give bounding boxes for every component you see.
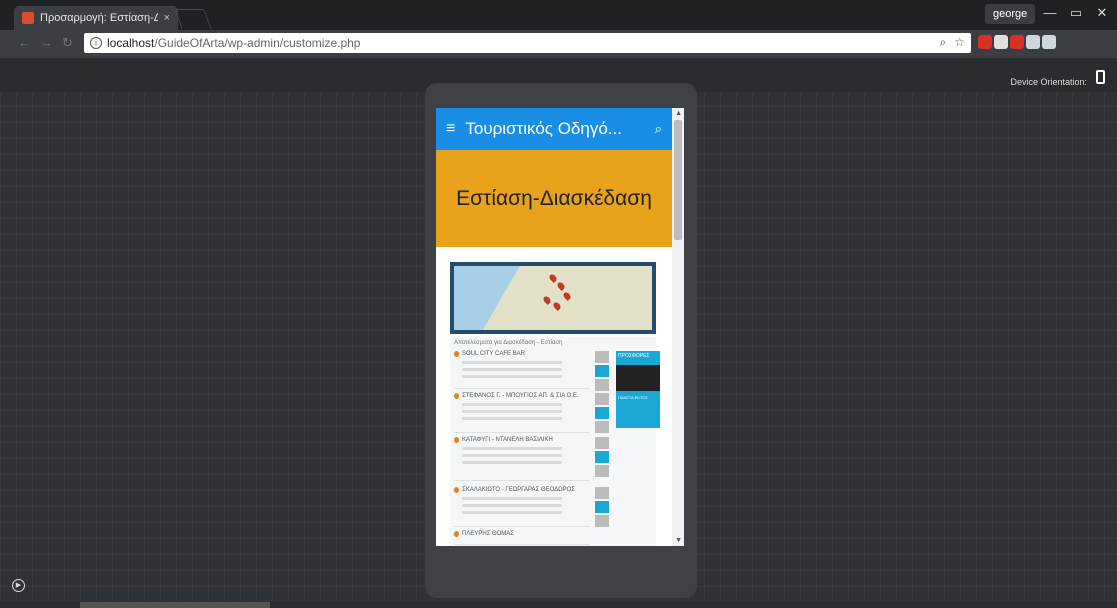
location-pin-icon <box>454 393 459 399</box>
close-icon[interactable]: × <box>164 12 170 24</box>
list-item-title[interactable]: ΠΛΕΥΡΗΣ ΘΩΜΑΣ <box>462 531 514 537</box>
list-item[interactable]: ΣΚΑΛΑΚΙΩΤΟ - ΓΕΩΡΓΑΡΑΣ ΘΕΟΔΩΡΟΣ <box>454 487 590 527</box>
list-item-title[interactable]: ΣΤΕΦΑΝΟΣ Γ. - ΜΠΟΥΓΙΟΣ ΑΠ. & ΣΙΑ Ο.Ε. <box>462 393 579 399</box>
site-title[interactable]: Τουριστικός Οδηγό... <box>465 119 654 139</box>
profile-button[interactable]: george <box>985 4 1036 24</box>
entry-actions <box>595 437 609 479</box>
entry-actions <box>595 351 609 393</box>
calendar-icon[interactable] <box>595 451 609 463</box>
list-item[interactable]: ΠΛΕΥΡΗΣ ΘΩΜΑΣ <box>454 531 590 545</box>
mobile-scrollbar[interactable]: ▲ ▼ <box>672 108 684 546</box>
map-pin-icon[interactable] <box>556 281 566 291</box>
extension-icon[interactable] <box>994 35 1008 49</box>
scroll-down-icon[interactable]: ▼ <box>675 537 682 544</box>
listing-heading: Αποτελέσματα για Διασκέδαση - Εστίαση <box>454 340 563 346</box>
offer-badge: ΠΑΚΕΤΑ ΕΚΤΟΣ <box>618 395 648 400</box>
list-item-title[interactable]: ΣΚΑΛΑΚΙΩΤΟ - ΓΕΩΡΓΑΡΑΣ ΘΕΟΔΩΡΟΣ <box>462 487 575 493</box>
page-title: Εστίαση-Διασκέδαση <box>456 186 652 210</box>
extension-icon[interactable] <box>1026 35 1040 49</box>
map-widget[interactable] <box>450 262 656 334</box>
person-icon[interactable] <box>595 351 609 363</box>
scroll-up-icon[interactable]: ▲ <box>675 110 682 117</box>
phone-orientation-icon[interactable] <box>1096 70 1105 84</box>
extension-icon[interactable] <box>1042 35 1056 49</box>
forward-arrow-icon[interactable]: → <box>40 35 53 51</box>
bookmark-star-icon[interactable]: ☆ <box>954 35 965 50</box>
minimize-button[interactable]: — <box>1038 4 1062 22</box>
location-pin-icon <box>454 531 459 537</box>
page-title-banner: Εστίαση-Διασκέδαση <box>436 150 672 247</box>
play-icon[interactable]: ▶ <box>12 579 25 592</box>
location-pin-icon <box>454 487 459 493</box>
maximize-button[interactable]: ▭ <box>1064 4 1088 22</box>
mobile-header: ≡ Τουριστικός Οδηγό... ⌕ <box>436 108 672 150</box>
offer-image[interactable] <box>616 365 660 391</box>
device-orientation-label: Device Orientation: <box>1010 77 1087 87</box>
zoom-icon[interactable]: ⌕ <box>940 35 947 50</box>
hamburger-menu-icon[interactable]: ≡ <box>446 120 455 138</box>
info-icon[interactable]: i <box>90 37 102 49</box>
camera-icon[interactable] <box>595 421 609 433</box>
person-icon[interactable] <box>595 487 609 499</box>
reload-icon[interactable]: ↻ <box>62 35 73 51</box>
map-canvas[interactable] <box>454 266 652 330</box>
page-content: Αποτελέσματα για Διασκέδαση - Εστίαση SO… <box>436 247 672 546</box>
extension-icon[interactable] <box>1010 35 1024 49</box>
calendar-icon[interactable] <box>595 407 609 419</box>
camera-icon[interactable] <box>595 515 609 527</box>
listing-panel: Αποτελέσματα για Διασκέδαση - Εστίαση SO… <box>450 337 660 546</box>
map-pin-icon[interactable] <box>548 273 558 283</box>
mobile-preview-screen: ≡ Τουριστικός Οδηγό... ⌕ Εστίαση-Διασκέδ… <box>436 108 684 546</box>
list-item[interactable]: ΣΤΕΦΑΝΟΣ Γ. - ΜΠΟΥΓΙΟΣ ΑΠ. & ΣΙΑ Ο.Ε. <box>454 393 590 433</box>
location-pin-icon <box>454 351 459 357</box>
list-item-title[interactable]: SOUL CITY CAFE BAR <box>462 351 525 357</box>
list-item[interactable]: SOUL CITY CAFE BAR <box>454 351 590 389</box>
back-arrow-icon[interactable]: ← <box>18 35 31 51</box>
camera-icon[interactable] <box>595 465 609 477</box>
search-icon[interactable]: ⌕ <box>655 121 662 137</box>
location-pin-icon <box>454 437 459 443</box>
browser-tab[interactable]: Προσαρμογή: Εστίαση-Δ × <box>14 6 178 30</box>
offers-label: ΠΡΟΣΦΟΡΕΣ <box>618 353 650 359</box>
offers-widget[interactable]: ΠΡΟΣΦΟΡΕΣ ΠΑΚΕΤΑ ΕΚΤΟΣ <box>616 351 660 428</box>
map-pin-icon[interactable] <box>552 301 562 311</box>
horizontal-scrollbar-thumb[interactable] <box>80 602 270 608</box>
url-text: localhost/GuideOfArta/wp-admin/customize… <box>107 36 361 50</box>
map-pin-icon[interactable] <box>562 291 572 301</box>
entry-actions <box>595 393 609 435</box>
entry-actions <box>595 487 609 529</box>
scrollbar-thumb[interactable] <box>674 120 682 240</box>
person-icon[interactable] <box>595 437 609 449</box>
map-pin-icon[interactable] <box>542 295 552 305</box>
list-item[interactable]: ΚΑΤΑΦΥΓΙ - ΝΤΑΝΕΛΗ ΒΑΣΙΛΙΚΗ <box>454 437 590 481</box>
address-bar[interactable]: i localhost/GuideOfArta/wp-admin/customi… <box>84 33 971 53</box>
camera-icon[interactable] <box>595 379 609 391</box>
calendar-icon[interactable] <box>595 501 609 513</box>
extension-icon[interactable] <box>978 35 992 49</box>
person-icon[interactable] <box>595 393 609 405</box>
list-item-title[interactable]: ΚΑΤΑΦΥΓΙ - ΝΤΑΝΕΛΗ ΒΑΣΙΛΙΚΗ <box>462 437 553 443</box>
calendar-icon[interactable] <box>595 365 609 377</box>
tab-title: Προσαρμογή: Εστίαση-Δ <box>40 12 158 24</box>
window-close-button[interactable]: ✕ <box>1090 4 1114 22</box>
wordpress-favicon-icon <box>22 12 34 24</box>
